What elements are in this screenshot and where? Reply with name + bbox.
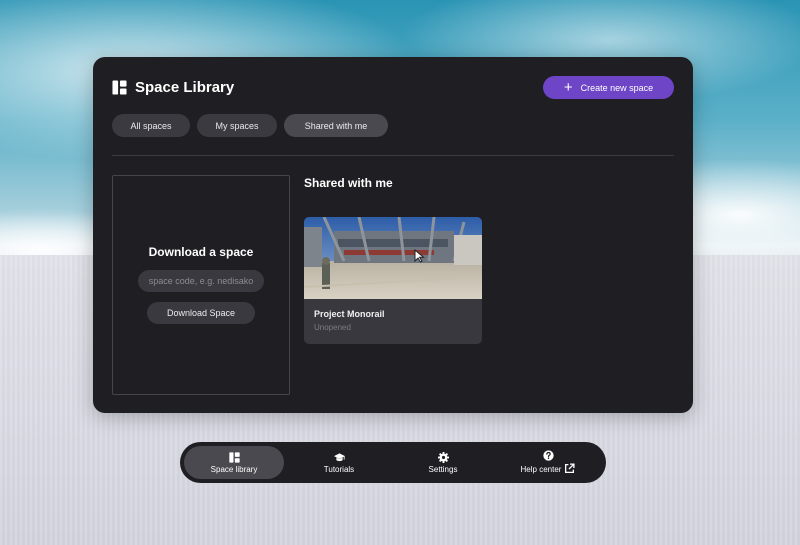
download-space-button[interactable]: Download Space [147, 302, 255, 324]
library-layout-icon [112, 80, 127, 95]
tab-my-spaces[interactable]: My spaces [197, 114, 277, 137]
nav-tutorials[interactable]: Tutorials [289, 446, 389, 479]
nav-settings[interactable]: Settings [393, 446, 493, 479]
space-thumbnail [304, 217, 482, 299]
library-layout-icon [228, 451, 240, 463]
page-title: Space Library [135, 79, 235, 96]
create-new-space-button[interactable]: + Create new space [543, 76, 674, 99]
space-card-name: Project Monorail [314, 309, 385, 319]
create-new-space-label: Create new space [580, 82, 654, 93]
divider [112, 155, 674, 156]
nav-label: Space library [210, 464, 258, 474]
panel-header: Space Library [112, 79, 234, 96]
nav-help-center-label: Help center [520, 464, 562, 474]
external-link-icon [565, 462, 576, 473]
tab-shared-with-me[interactable]: Shared with me [284, 114, 388, 137]
nav-help-center[interactable]: Help center [498, 446, 598, 479]
plus-icon: + [563, 79, 573, 96]
filter-tabs: All spaces My spaces Shared with me [112, 114, 388, 137]
space-card-status: Unopened [314, 323, 351, 332]
bottom-navbar: Space library Tutorials Settings Help ce… [180, 442, 606, 483]
nav-label: Tutorials [323, 464, 355, 474]
nav-space-library[interactable]: Space library [184, 446, 284, 479]
space-card-project-monorail[interactable]: Project Monorail Unopened [304, 217, 482, 344]
download-space-box: Download a space Download Space [112, 175, 290, 395]
space-code-input[interactable] [138, 270, 264, 292]
download-space-title: Download a space [148, 245, 254, 259]
graduation-cap-icon [333, 452, 345, 461]
section-title: Shared with me [304, 176, 393, 190]
tab-all-spaces[interactable]: All spaces [112, 114, 190, 137]
nav-label: Help center [520, 462, 576, 476]
question-circle-icon [542, 449, 554, 461]
mouse-cursor-icon [414, 249, 425, 263]
gear-icon [437, 451, 449, 463]
space-library-panel: Space Library + Create new space All spa… [93, 57, 693, 413]
nav-label: Settings [428, 464, 458, 474]
